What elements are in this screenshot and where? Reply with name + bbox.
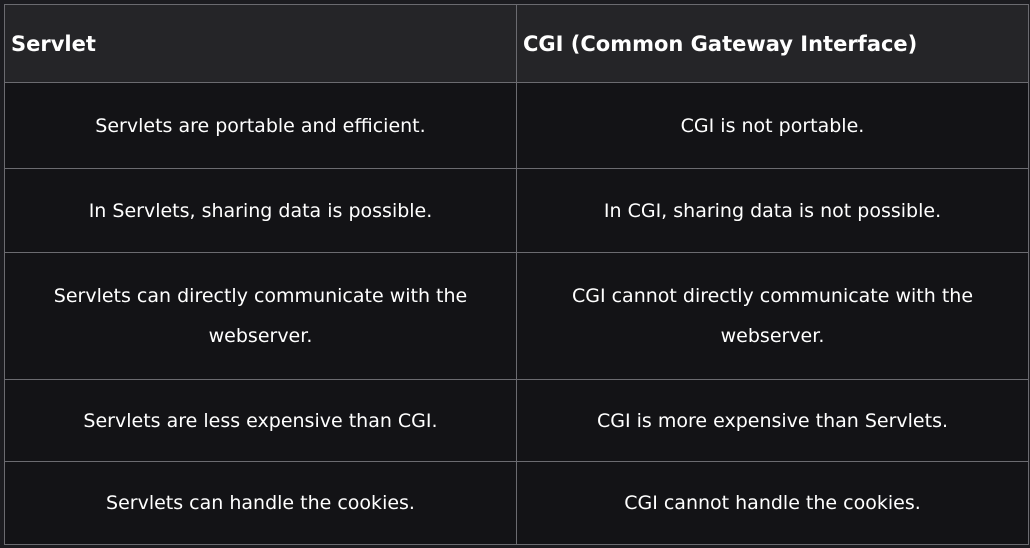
table-row: Servlets are portable and efficient. CGI… [4, 82, 1029, 169]
header-cgi: CGI (Common Gateway Interface) [516, 4, 1029, 83]
cgi-cell: CGI cannot handle the cookies. [516, 461, 1029, 545]
table-row: In Servlets, sharing data is possible. I… [4, 168, 1029, 253]
servlet-cell: Servlets can directly communicate with t… [4, 252, 517, 380]
cgi-cell: CGI cannot directly communicate with the… [516, 252, 1029, 380]
table-row: Servlets are less expensive than CGI. CG… [4, 379, 1029, 462]
header-servlet: Servlet [4, 4, 517, 83]
comparison-table: Servlet CGI (Common Gateway Interface) S… [4, 4, 1029, 545]
servlet-cell: Servlets are less expensive than CGI. [4, 379, 517, 462]
cgi-cell: CGI is not portable. [516, 82, 1029, 169]
table-row: Servlets can handle the cookies. CGI can… [4, 461, 1029, 545]
servlet-cell: Servlets can handle the cookies. [4, 461, 517, 545]
table-row: Servlets can directly communicate with t… [4, 252, 1029, 380]
table-header-row: Servlet CGI (Common Gateway Interface) [4, 4, 1029, 83]
servlet-cell: Servlets are portable and efficient. [4, 82, 517, 169]
servlet-cell: In Servlets, sharing data is possible. [4, 168, 517, 253]
cgi-cell: CGI is more expensive than Servlets. [516, 379, 1029, 462]
page: Servlet CGI (Common Gateway Interface) S… [0, 0, 1030, 548]
cgi-cell: In CGI, sharing data is not possible. [516, 168, 1029, 253]
